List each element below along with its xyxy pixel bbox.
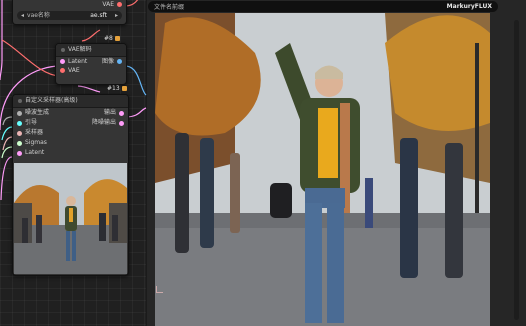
street-thumbnail bbox=[14, 163, 127, 274]
output-label: 图像 bbox=[101, 58, 114, 65]
noise-input-row: 噪波生成 输出 bbox=[13, 108, 128, 118]
resize-handle[interactable] bbox=[156, 286, 163, 293]
street-photo bbox=[155, 13, 490, 326]
guider-input-dot[interactable] bbox=[17, 120, 22, 126]
sampler-input-row: 采样器 bbox=[13, 128, 128, 138]
latent-input-dot[interactable] bbox=[17, 150, 22, 156]
denoised-output-dot[interactable] bbox=[119, 120, 124, 126]
output-label: 输出 bbox=[103, 109, 116, 116]
chevron-right-icon[interactable]: ▸ bbox=[115, 11, 118, 20]
vae-output-dot[interactable] bbox=[117, 2, 122, 7]
node-badge-13: #13 bbox=[107, 85, 127, 92]
sigmas-input-row: Sigmas bbox=[13, 138, 128, 148]
latent-input-dot[interactable] bbox=[60, 59, 65, 64]
vae-name-value: ae.sft bbox=[90, 12, 107, 19]
input-label: Latent bbox=[68, 58, 88, 65]
vae-input-row: VAE bbox=[56, 66, 126, 75]
chevron-left-icon[interactable]: ◂ bbox=[21, 11, 24, 20]
generated-image bbox=[155, 13, 490, 326]
input-label: Latent bbox=[25, 149, 45, 156]
scrollbar[interactable] bbox=[514, 20, 519, 320]
node-title: VAE解码 bbox=[68, 46, 92, 53]
input-label: 采样器 bbox=[25, 129, 44, 136]
node-id-label: #8 bbox=[104, 35, 113, 42]
filename-prefix-label: 文件名前缀 bbox=[154, 4, 185, 11]
vae-input-dot[interactable] bbox=[60, 68, 65, 73]
sampler-preview-image bbox=[14, 163, 127, 274]
image-output-dot[interactable] bbox=[117, 59, 122, 64]
input-label: 引导 bbox=[25, 119, 38, 126]
node-title: 自定义采样器(高级) bbox=[25, 97, 78, 104]
vae-loader-node[interactable]: VAE ◂ vae名称 ae.sft ▸ bbox=[12, 0, 127, 25]
latent-input-row: Latent bbox=[13, 148, 128, 158]
input-label: 噪波生成 bbox=[25, 109, 50, 116]
latent-input-row: Latent 图像 bbox=[56, 57, 126, 66]
flame-icon bbox=[114, 36, 120, 41]
flame-icon bbox=[121, 86, 127, 91]
node-id-label: #13 bbox=[107, 85, 120, 92]
collapse-dot-icon[interactable] bbox=[18, 99, 22, 103]
input-label: Sigmas bbox=[25, 139, 47, 146]
vae-name-widget[interactable]: ◂ vae名称 ae.sft ▸ bbox=[17, 11, 122, 20]
vae-output-label: VAE bbox=[102, 1, 114, 8]
vae-output-row: VAE bbox=[13, 0, 126, 9]
save-image-header[interactable]: 文件名前缀 MarkuryFLUX bbox=[148, 1, 498, 12]
vae-decode-node[interactable]: VAE解码 Latent 图像 VAE bbox=[55, 43, 127, 85]
node-title-bar[interactable]: 自定义采样器(高级) bbox=[13, 95, 128, 108]
output-label: 降噪输出 bbox=[91, 119, 116, 126]
vae-name-label: vae名称 bbox=[27, 12, 50, 19]
node-badge-8: #8 bbox=[104, 35, 120, 42]
collapse-dot-icon[interactable] bbox=[61, 48, 65, 52]
filename-prefix-value: MarkuryFLUX bbox=[446, 3, 492, 10]
noise-input-dot[interactable] bbox=[17, 110, 22, 116]
output-dot[interactable] bbox=[119, 110, 124, 116]
input-label: VAE bbox=[68, 67, 80, 74]
sampler-input-dot[interactable] bbox=[17, 130, 22, 136]
guider-input-row: 引导 降噪输出 bbox=[13, 118, 128, 128]
sigmas-input-dot[interactable] bbox=[17, 140, 22, 146]
node-title-bar[interactable]: VAE解码 bbox=[56, 44, 126, 57]
